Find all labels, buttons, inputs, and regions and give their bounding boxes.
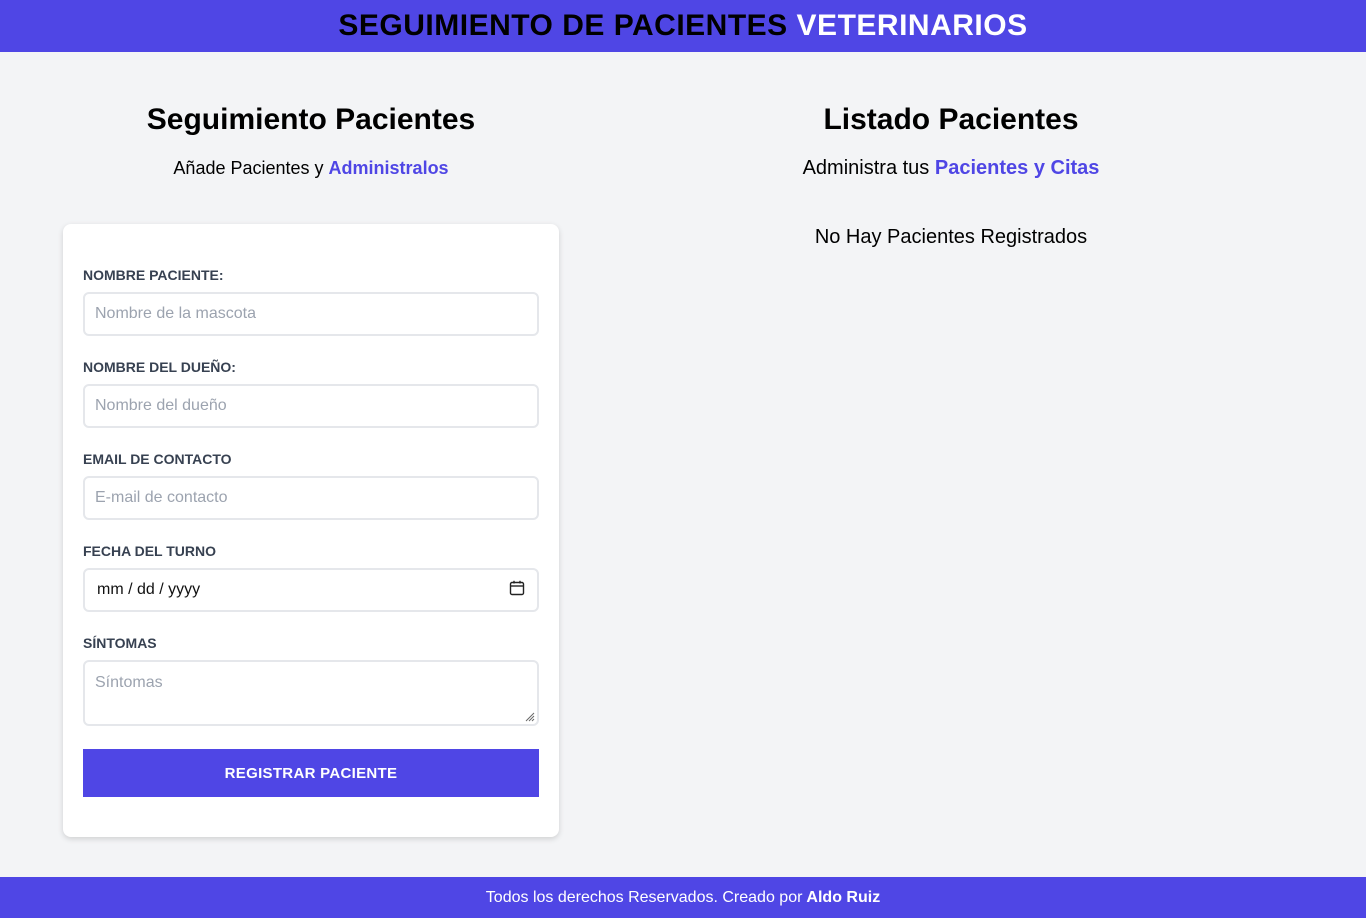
owner-name-label: Nombre del Dueño: — [83, 359, 236, 375]
symptoms-textarea[interactable]: Síntomas — [83, 660, 539, 726]
app-title: Seguimiento de Pacientes Veterinarios — [338, 9, 1027, 43]
symptoms-label: Síntomas — [83, 635, 157, 651]
pet-name-label: Nombre Paciente: — [83, 267, 224, 283]
form-section: Seguimiento Pacientes Añade Pacientes y … — [63, 52, 559, 837]
owner-name-input[interactable]: Nombre del dueño — [83, 384, 539, 428]
app-title-main: Seguimiento de Pacientes — [338, 9, 788, 42]
app-footer: Todos los derechos Reservados. Creado po… — [0, 877, 1366, 918]
email-label: Email de contacto — [83, 451, 232, 467]
list-subtitle-highlight: Pacientes y Citas — [934, 157, 1100, 179]
list-section-title: Listado Pacientes — [823, 103, 1079, 136]
app-title-highlight: Veterinarios — [796, 9, 1028, 42]
form-subtitle-highlight: Administralos — [328, 158, 449, 178]
footer-text: Todos los derechos Reservados. Creado po… — [485, 888, 803, 906]
footer-author: Aldo Ruiz — [806, 888, 881, 906]
app-header: Seguimiento de Pacientes Veterinarios — [0, 0, 1366, 52]
form-subtitle-prefix: Añade Pacientes y — [173, 158, 324, 178]
list-subtitle-prefix: Administra tus — [802, 157, 930, 179]
resize-handle-icon[interactable] — [523, 710, 535, 722]
date-placeholder: mm / dd / yyyy — [97, 581, 201, 598]
pet-name-input[interactable]: Nombre de la mascota — [83, 292, 539, 336]
email-input[interactable]: E-mail de contacto — [83, 476, 539, 520]
symptoms-placeholder: Síntomas — [95, 674, 163, 691]
symptoms-field: Síntomas Síntomas — [83, 634, 539, 726]
owner-name-field: Nombre del Dueño: Nombre del dueño — [83, 358, 539, 428]
pet-name-field: Nombre Paciente: Nombre de la mascota — [83, 266, 539, 336]
date-input[interactable]: mm / dd / yyyy — [83, 568, 539, 612]
date-field: Fecha del turno mm / dd / yyyy — [83, 542, 539, 612]
date-label: Fecha del turno — [83, 543, 216, 559]
calendar-icon[interactable] — [509, 580, 525, 601]
empty-list-message: No Hay Pacientes Registrados — [814, 226, 1088, 248]
email-field: Email de contacto E-mail de contacto — [83, 450, 539, 520]
list-section: Listado Pacientes Administra tus Pacient… — [636, 52, 1266, 250]
form-section-subtitle: Añade Pacientes y Administralos — [63, 156, 559, 180]
list-section-subtitle: Administra tus Pacientes y Citas — [636, 156, 1266, 180]
register-patient-button[interactable]: Registrar Paciente — [83, 749, 539, 797]
patient-form: Nombre Paciente: Nombre de la mascota No… — [63, 224, 559, 837]
form-section-title: Seguimiento Pacientes — [146, 103, 476, 136]
